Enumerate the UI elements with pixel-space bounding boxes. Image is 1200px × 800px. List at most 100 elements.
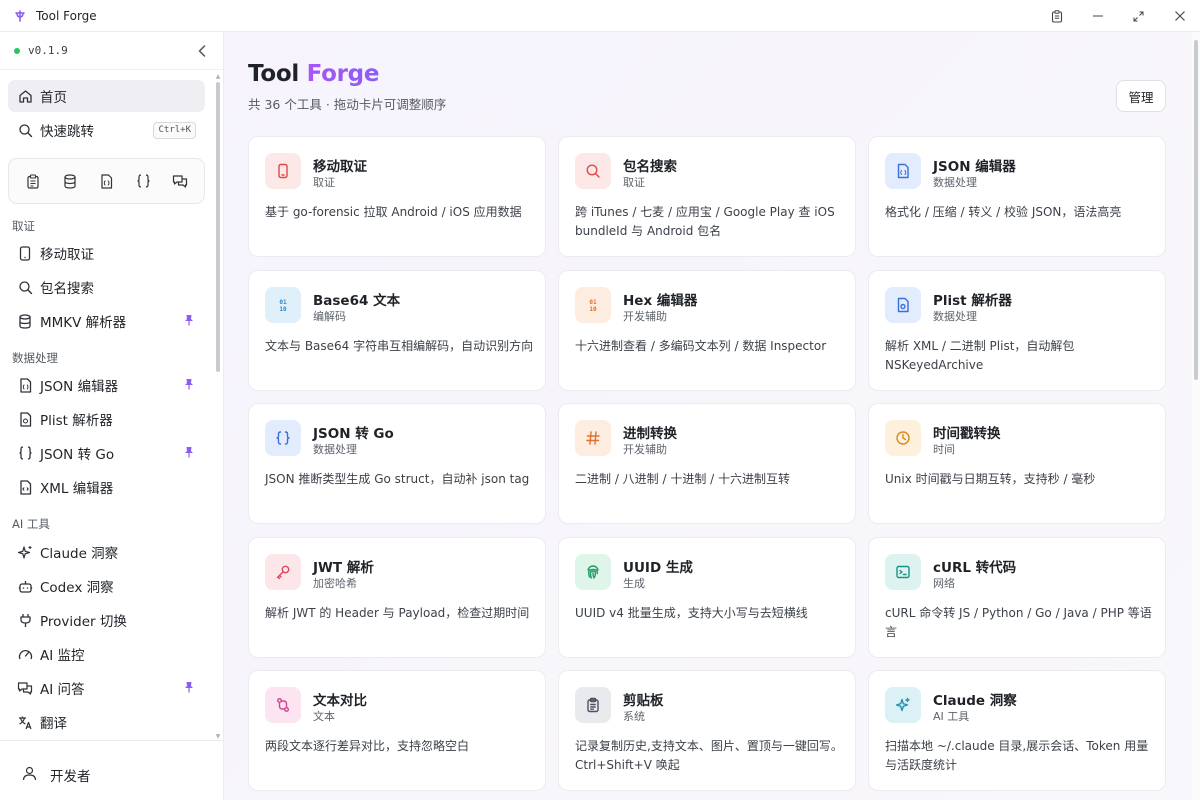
card-category: 取证 [623, 176, 645, 189]
braces-icon[interactable] [132, 170, 154, 192]
tool-card[interactable]: cURL 转代码 网络 cURL 命令转 JS / Python / Go / Ja… [868, 537, 1166, 658]
hash-icon [575, 420, 611, 456]
tool-card[interactable]: JSON 编辑器 数据处理 格式化 / 压缩 / 转义 / 校验 JSON，语法高亮 [868, 136, 1166, 257]
card-title: Hex 编辑器 [623, 293, 698, 309]
diff-icon [265, 687, 301, 723]
sidebar-item-label: AI 问答 [40, 682, 85, 698]
sidebar-item-xml-editor[interactable]: XML 编辑器 [8, 471, 205, 503]
sidebar-item-plist[interactable]: Plist 解析器 [8, 403, 205, 435]
collapse-sidebar-button[interactable] [195, 44, 209, 58]
card-description: Unix 时间戳与日期互转，支持秒 / 毫秒 [885, 472, 1096, 486]
sidebar-item-label: 翻译 [40, 716, 67, 732]
sidebar-scrollbar[interactable]: ▲ ▼ [214, 74, 222, 740]
sidebar-item-provider-switch[interactable]: Provider 切换 [8, 604, 205, 636]
sidebar-item-json-to-go[interactable]: JSON 转 Go [8, 437, 205, 469]
sidebar-item-package-search[interactable]: 包名搜索 [8, 271, 205, 303]
tool-card[interactable]: 01 10 Hex 编辑器 开发辅助 十六进制查看 / 多编码文本列 / 数据 Insp… [558, 270, 856, 391]
sidebar-item-codex-insight[interactable]: Codex 洞察 [8, 570, 205, 602]
file-icon [885, 287, 921, 323]
sidebar-item-label: 移动取证 [40, 247, 94, 263]
tool-card[interactable]: 进制转换 开发辅助 二进制 / 八进制 / 十进制 / 十六进制互转 [558, 403, 856, 524]
svg-text:01: 01 [279, 299, 287, 306]
card-description: UUID v4 批量生成，支持大小写与去短横线 [575, 606, 808, 620]
tool-card[interactable]: 移动取证 取证 基于 go-forensic 拉取 Android / iOS 应用… [248, 136, 546, 257]
card-title: 文本对比 [313, 693, 367, 709]
svg-text:01: 01 [589, 299, 597, 306]
nav-quick-jump[interactable]: 快速跳转 Ctrl+K [8, 114, 205, 146]
json-file-icon[interactable] [95, 170, 117, 192]
pin-icon[interactable] [184, 446, 194, 458]
tool-card[interactable]: 时间戳转换 时间 Unix 时间戳与日期互转，支持秒 / 毫秒 [868, 403, 1166, 524]
sidebar-item-json-editor[interactable]: JSON 编辑器 [8, 369, 205, 401]
clipboard-icon[interactable] [22, 170, 44, 192]
card-category: AI 工具 [933, 710, 970, 723]
sidebar-item-mobile-forensics[interactable]: 移动取证 [8, 237, 205, 269]
card-description: 二进制 / 八进制 / 十进制 / 十六进制互转 [575, 472, 791, 486]
main-scrollbar[interactable] [1192, 32, 1200, 800]
tool-card[interactable]: 文本对比 文本 两段文本逐行差异对比，支持忽略空白 [248, 670, 546, 791]
search-icon [17, 279, 33, 295]
card-title: UUID 生成 [623, 560, 693, 576]
card-title: cURL 转代码 [933, 560, 1017, 576]
sidebar-item-label: Claude 洞察 [40, 546, 119, 562]
card-category: 加密哈希 [313, 577, 357, 590]
braces-icon [17, 445, 33, 461]
clipboard-button[interactable] [1036, 0, 1077, 32]
tool-card[interactable]: Plist 解析器 数据处理 解析 XML / 二进制 Plist，自动解包 NSK… [868, 270, 1166, 391]
tool-card[interactable]: JSON 转 Go 数据处理 JSON 推断类型生成 Go struct，自动补 j… [248, 403, 546, 524]
manage-button[interactable]: 管理 [1116, 80, 1166, 112]
pin-icon[interactable] [184, 378, 194, 390]
key-icon [265, 554, 301, 590]
sidebar-item-mmkv[interactable]: MMKV 解析器 [8, 305, 205, 337]
database-icon[interactable] [59, 170, 81, 192]
tool-card[interactable]: JWT 解析 加密哈希 解析 JWT 的 Header 与 Payload，检查过期… [248, 537, 546, 658]
card-description: 基于 go-forensic 拉取 Android / iOS 应用数据 [265, 205, 522, 219]
close-icon [1174, 11, 1185, 21]
sidebar-item-claude-insight[interactable]: Claude 洞察 [8, 536, 205, 568]
minimize-button[interactable] [1077, 0, 1118, 32]
tool-card[interactable]: 包名搜索 取证跨 iTunes / 七麦 / 应用宝 / Google Play … [558, 136, 856, 257]
sidebar-item-label: XML 编辑器 [40, 481, 114, 497]
code-file-icon [17, 479, 33, 495]
tool-card[interactable]: Claude 洞察 AI 工具 扫描本地 ~/.claude 目录,展示会话、Tok… [868, 670, 1166, 791]
tool-card[interactable]: 01 10 Base64 文本 编解码 文本与 Base64 字符串互相编解码，自动识别… [248, 270, 546, 391]
sidebar: v0.1.9 首页 快速跳转 Ctrl+K 取证 移动取证 包名搜索 MMKV … [0, 32, 224, 800]
plug-icon [17, 612, 33, 628]
nav-quick-jump-label: 快速跳转 [40, 124, 94, 140]
sidebar-item-label: MMKV 解析器 [40, 315, 127, 331]
app-version: v0.1.9 [28, 44, 68, 57]
json-file-icon [885, 153, 921, 189]
card-description: cURL 命令转 JS / Python / Go / Java / PHP 等… [885, 606, 1152, 639]
pin-icon[interactable] [184, 681, 194, 693]
card-title: 进制转换 [623, 426, 677, 442]
sidebar-item-ai-monitor[interactable]: AI 监控 [8, 638, 205, 670]
card-description: 格式化 / 压缩 / 转义 / 校验 JSON，语法高亮 [885, 205, 1122, 219]
developer-label: 开发者 [50, 769, 91, 785]
chat-icon[interactable] [169, 170, 191, 192]
sidebar-item-ai-qa[interactable]: AI 问答 [8, 672, 205, 704]
card-description: JSON 推断类型生成 Go struct，自动补 json tag [265, 472, 530, 486]
sidebar-scroll-thumb[interactable] [216, 82, 220, 372]
nav-home[interactable]: 首页 [8, 80, 205, 112]
developer-button[interactable]: 开发者 [22, 765, 91, 785]
bot-icon [17, 578, 33, 594]
clipboard-icon [1051, 9, 1063, 23]
tool-card[interactable]: UUID 生成 生成 UUID v4 批量生成，支持大小写与去短横线 [558, 537, 856, 658]
phone-icon [265, 153, 301, 189]
phone-icon [17, 245, 33, 261]
terminal-icon [885, 554, 921, 590]
maximize-button[interactable] [1118, 0, 1159, 32]
pin-icon[interactable] [184, 314, 194, 326]
minimize-icon [1092, 11, 1103, 21]
sidebar-item-translate[interactable]: 翻译 [8, 706, 205, 738]
scroll-up-arrow-icon[interactable]: ▲ [215, 74, 221, 80]
main-scroll-thumb[interactable] [1194, 40, 1198, 380]
search-icon [575, 153, 611, 189]
svg-text:10: 10 [589, 306, 597, 313]
sidebar-item-label: Codex 洞察 [40, 580, 114, 596]
quick-tools-bar [8, 158, 205, 204]
close-button[interactable] [1159, 0, 1200, 32]
tool-card[interactable]: 剪贴板 系统 记录复制历史,支持文本、图片、置顶与一键回写。Ctrl+Shift+V… [558, 670, 856, 791]
binary-icon: 01 10 [265, 287, 301, 323]
card-category: 时间 [933, 443, 955, 456]
